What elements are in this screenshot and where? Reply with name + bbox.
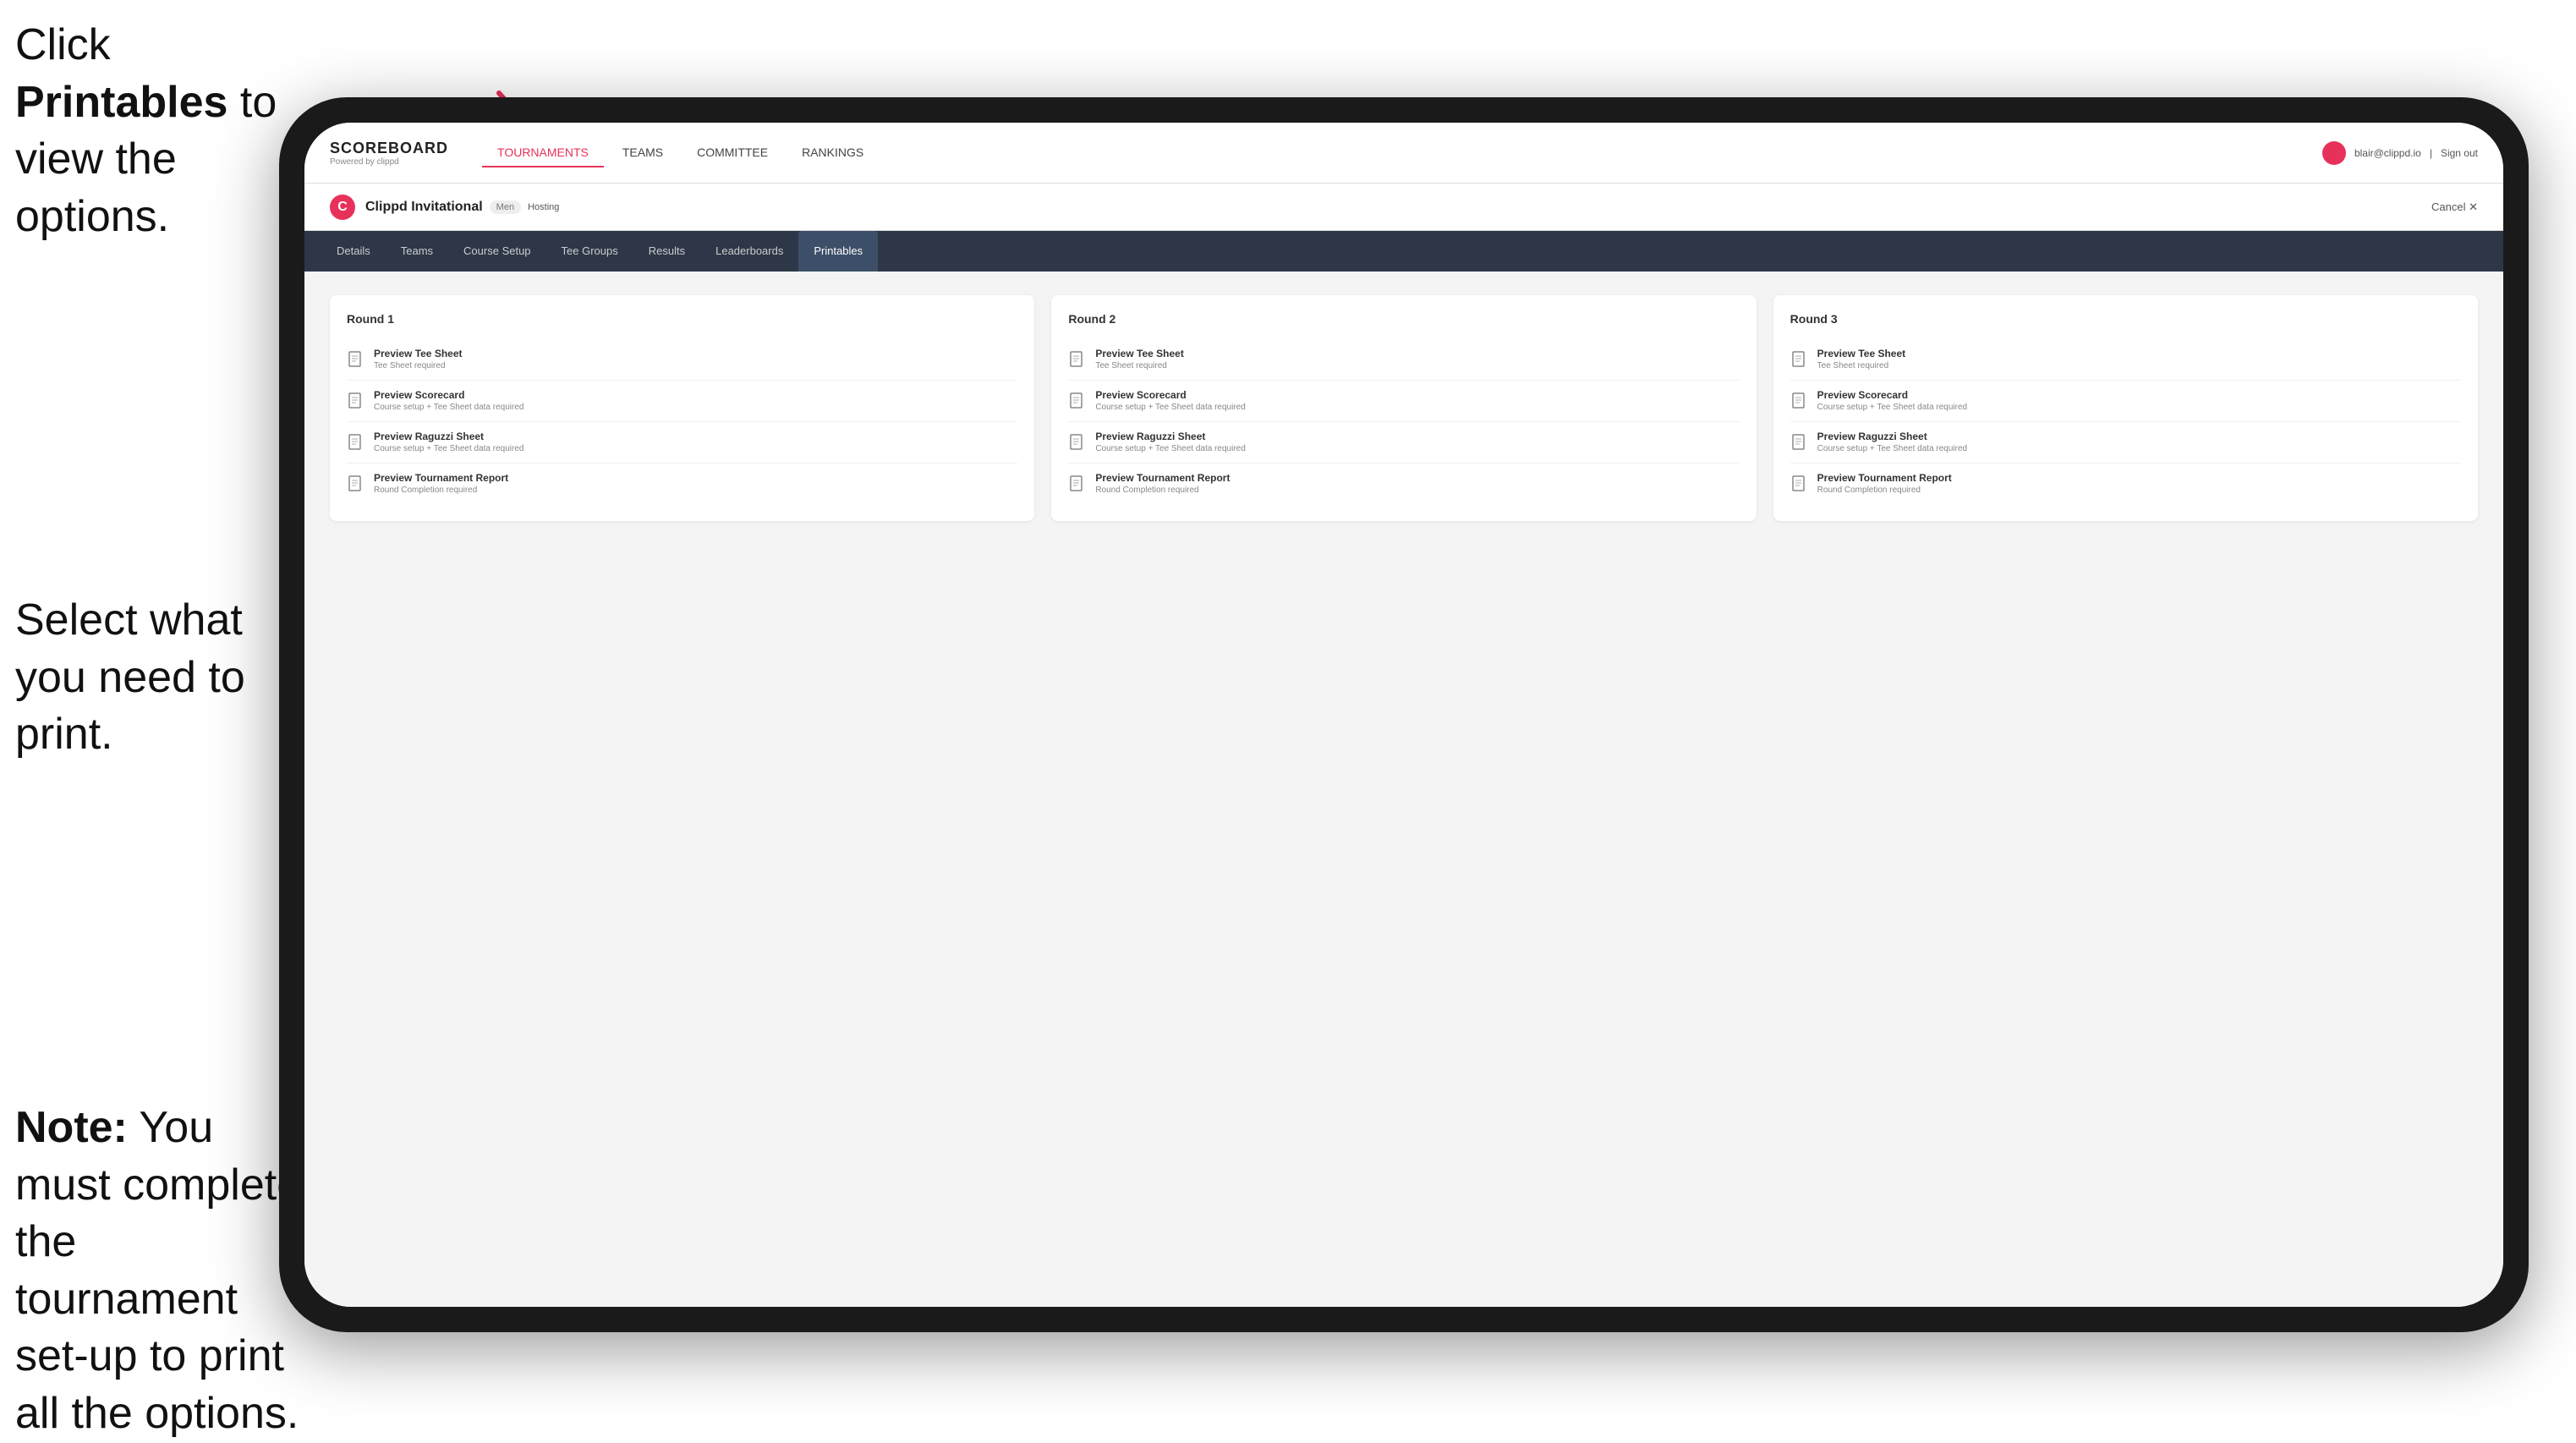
- round-1-tournament-report-text: Preview Tournament Report Round Completi…: [374, 472, 508, 495]
- round-1-tee-sheet-text: Preview Tee Sheet Tee Sheet required: [374, 348, 463, 370]
- round-1-tee-sheet[interactable]: Preview Tee Sheet Tee Sheet required: [347, 339, 1017, 381]
- annotation-middle: Select what you need to print.: [15, 592, 286, 764]
- rounds-grid: Round 1 Preview Tee Sheet: [330, 295, 2478, 521]
- user-email: blair@clippd.io: [2354, 147, 2421, 159]
- round-1-section: Round 1 Preview Tee Sheet: [330, 295, 1034, 521]
- tablet-frame: SCOREBOARD Powered by clippd TOURNAMENTS…: [279, 97, 2529, 1332]
- round-2-tee-sheet-icon: [1068, 349, 1087, 371]
- tournament-header: C Clippd Invitational Men Hosting Cancel…: [304, 184, 2503, 231]
- round-2-title: Round 2: [1068, 312, 1739, 326]
- round-1-raguzzi[interactable]: Preview Raguzzi Sheet Course setup + Tee…: [347, 422, 1017, 464]
- round-3-tournament-report-icon: [1790, 474, 1809, 496]
- round-3-tee-sheet-icon: [1790, 349, 1809, 371]
- user-avatar: [2322, 141, 2346, 165]
- separator: |: [2430, 147, 2432, 159]
- round-3-section: Round 3 Preview Tee Sheet Tee Sheet requ…: [1773, 295, 2478, 521]
- nav-item-committee[interactable]: COMMITTEE: [682, 139, 783, 167]
- tab-teams[interactable]: Teams: [386, 231, 448, 272]
- round-2-section: Round 2 Preview Tee Sheet Tee Sheet requ…: [1051, 295, 1756, 521]
- tab-details[interactable]: Details: [321, 231, 386, 272]
- tablet-screen: SCOREBOARD Powered by clippd TOURNAMENTS…: [304, 123, 2503, 1307]
- tab-tee-groups[interactable]: Tee Groups: [546, 231, 633, 272]
- round-3-scorecard[interactable]: Preview Scorecard Course setup + Tee She…: [1790, 381, 2461, 422]
- nav-right: blair@clippd.io | Sign out: [2322, 141, 2478, 165]
- tab-results[interactable]: Results: [633, 231, 700, 272]
- round-2-tee-sheet[interactable]: Preview Tee Sheet Tee Sheet required: [1068, 339, 1739, 381]
- logo-title: SCOREBOARD: [330, 140, 448, 157]
- raguzzi-icon: [347, 432, 365, 454]
- round-2-scorecard-icon: [1068, 391, 1087, 413]
- scorecard-icon: [347, 391, 365, 413]
- round-2-tournament-report[interactable]: Preview Tournament Report Round Completi…: [1068, 464, 1739, 504]
- tee-sheet-icon: [347, 349, 365, 371]
- annotation-bottom: Note: You must complete the tournament s…: [15, 1100, 303, 1443]
- round-2-tournament-report-icon: [1068, 474, 1087, 496]
- logo-sub: Powered by clippd: [330, 157, 448, 167]
- tab-course-setup[interactable]: Course Setup: [448, 231, 546, 272]
- round-1-scorecard[interactable]: Preview Scorecard Course setup + Tee She…: [347, 381, 1017, 422]
- tab-leaderboards[interactable]: Leaderboards: [700, 231, 798, 272]
- round-2-scorecard[interactable]: Preview Scorecard Course setup + Tee She…: [1068, 381, 1739, 422]
- annotation-bottom-text: Note: You must complete the tournament s…: [15, 1103, 301, 1438]
- round-1-raguzzi-text: Preview Raguzzi Sheet Course setup + Tee…: [374, 431, 523, 453]
- tournament-name: Clippd Invitational: [365, 200, 483, 215]
- logo-area: SCOREBOARD Powered by clippd: [330, 140, 448, 167]
- round-1-tournament-report[interactable]: Preview Tournament Report Round Completi…: [347, 464, 1017, 504]
- round-3-raguzzi-icon: [1790, 432, 1809, 454]
- main-content: Round 1 Preview Tee Sheet: [304, 272, 2503, 1307]
- round-3-scorecard-icon: [1790, 391, 1809, 413]
- top-nav: SCOREBOARD Powered by clippd TOURNAMENTS…: [304, 123, 2503, 184]
- round-2-raguzzi[interactable]: Preview Raguzzi Sheet Course setup + Tee…: [1068, 422, 1739, 464]
- round-3-tee-sheet[interactable]: Preview Tee Sheet Tee Sheet required: [1790, 339, 2461, 381]
- tournament-logo: C: [330, 195, 355, 220]
- cancel-button[interactable]: Cancel ✕: [2431, 200, 2478, 214]
- round-1-title: Round 1: [347, 312, 1017, 326]
- nav-items: TOURNAMENTS TEAMS COMMITTEE RANKINGS: [482, 139, 2322, 167]
- tab-printables[interactable]: Printables: [798, 231, 878, 272]
- tournament-status: Hosting: [528, 202, 559, 212]
- round-1-scorecard-text: Preview Scorecard Course setup + Tee She…: [374, 389, 523, 412]
- nav-item-tournaments[interactable]: TOURNAMENTS: [482, 139, 604, 167]
- tab-bar: Details Teams Course Setup Tee Groups Re…: [304, 231, 2503, 272]
- tournament-badge: Men: [490, 200, 521, 214]
- round-3-raguzzi[interactable]: Preview Raguzzi Sheet Course setup + Tee…: [1790, 422, 2461, 464]
- nav-item-rankings[interactable]: RANKINGS: [787, 139, 879, 167]
- round-3-tournament-report[interactable]: Preview Tournament Report Round Completi…: [1790, 464, 2461, 504]
- round-2-raguzzi-icon: [1068, 432, 1087, 454]
- annotation-middle-text: Select what you need to print.: [15, 595, 245, 759]
- nav-item-teams[interactable]: TEAMS: [607, 139, 678, 167]
- annotation-top: Click Printables toview the options.: [15, 17, 286, 245]
- annotation-top-text: Click Printables toview the options.: [15, 20, 277, 241]
- sign-out-link[interactable]: Sign out: [2441, 147, 2478, 159]
- round-3-title: Round 3: [1790, 312, 2461, 326]
- tournament-report-icon: [347, 474, 365, 496]
